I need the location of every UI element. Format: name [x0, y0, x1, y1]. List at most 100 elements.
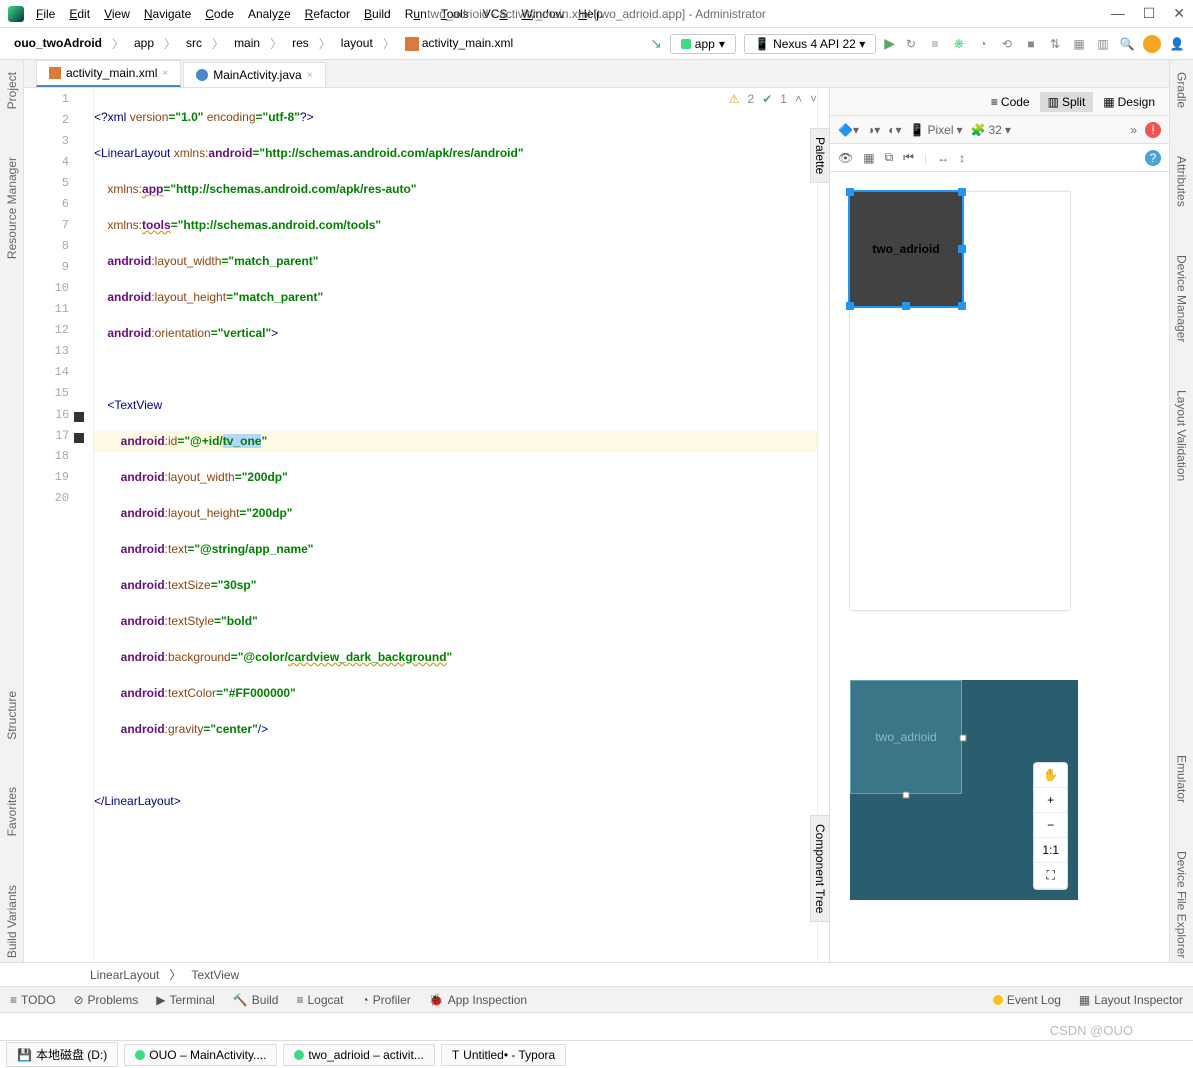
chevron-down-icon[interactable]: ˅	[810, 92, 817, 106]
close-button[interactable]: ✕	[1173, 5, 1185, 22]
api-picker[interactable]: 🧩 32 ▾	[971, 123, 1011, 137]
crumb-app[interactable]: app	[128, 34, 160, 52]
blueprint-textview[interactable]: two_adrioid	[850, 680, 962, 794]
bc-textview[interactable]: TextView	[191, 968, 239, 982]
design-surface[interactable]: two_adrioid two_adrioid	[830, 172, 1169, 962]
mode-split[interactable]: ▥ Split	[1040, 92, 1094, 112]
close-tab-icon[interactable]: ×	[307, 70, 313, 81]
run-config-select[interactable]: app ▾	[670, 34, 736, 54]
zoom-in-button[interactable]: +	[1034, 788, 1067, 813]
sidebar-gradle[interactable]: Gradle	[1173, 68, 1191, 112]
line-number: 15	[24, 386, 93, 407]
expand-h-icon[interactable]: ↔	[937, 151, 949, 165]
tool-logcat[interactable]: ≡ Logcat	[296, 993, 343, 1007]
maximize-button[interactable]: ☐	[1143, 5, 1156, 22]
taskbar-ouo[interactable]: OUO – MainActivity....	[124, 1044, 277, 1066]
tool-app-inspection[interactable]: 🐞 App Inspection	[429, 993, 527, 1007]
zoom-11-button[interactable]: 1:1	[1034, 838, 1067, 863]
taskbar-disk[interactable]: 💾 本地磁盘 (D:)	[6, 1042, 118, 1067]
crumb-file[interactable]: activity_main.xml	[399, 34, 519, 53]
tab-main-activity-java[interactable]: MainActivity.java ×	[183, 62, 325, 87]
menu-refactor[interactable]: Refactor	[305, 7, 350, 21]
close-tab-icon[interactable]: ×	[162, 68, 168, 79]
orientation-icon[interactable]: ◑▾	[867, 123, 880, 137]
sidebar-layout-validation[interactable]: Layout Validation	[1173, 386, 1191, 485]
tool-profiler[interactable]: ◔ Profiler	[362, 993, 411, 1007]
run-button[interactable]: ▶	[884, 35, 895, 52]
design-device-frame[interactable]: two_adrioid	[850, 192, 1070, 610]
line-number: 20	[24, 491, 93, 512]
device-picker[interactable]: 📱 Pixel ▾	[910, 123, 963, 137]
tool-layout-inspector[interactable]: ▦ Layout Inspector	[1079, 993, 1183, 1007]
taskbar-two-adrioid[interactable]: two_adrioid – activit...	[283, 1044, 434, 1066]
sidebar-favorites[interactable]: Favorites	[3, 783, 21, 840]
sidebar-attributes[interactable]: Attributes	[1173, 152, 1191, 211]
more-icon[interactable]: »	[1130, 123, 1137, 137]
menu-build[interactable]: Build	[364, 7, 391, 21]
crumb-res[interactable]: res	[286, 34, 315, 52]
editor-inspection-widget[interactable]: ⚠2 ✔1 ˄ ˅	[729, 92, 817, 106]
mode-code[interactable]: ≡ Code	[983, 92, 1038, 112]
blueprint-frame[interactable]: two_adrioid ✋ + − 1:1 ⛶	[850, 680, 1078, 900]
grid-icon[interactable]: ▦	[863, 151, 874, 165]
sidebar-emulator[interactable]: Emulator	[1173, 751, 1191, 807]
menu-view[interactable]: View	[104, 7, 130, 21]
sync-gradle-icon[interactable]: ⇅	[1047, 36, 1063, 52]
device-select[interactable]: 📱 Nexus 4 API 22 ▾	[744, 34, 876, 54]
tool-build[interactable]: 🔨 Build	[233, 993, 279, 1007]
menu-run[interactable]: Run	[405, 7, 427, 21]
taskbar-typora[interactable]: T Untitled• - Typora	[441, 1044, 566, 1066]
sidebar-device-file-explorer[interactable]: Device File Explorer	[1173, 847, 1191, 962]
sidebar-resource-manager[interactable]: Resource Manager	[3, 153, 21, 263]
tool-todo[interactable]: ≡ TODO	[10, 993, 55, 1007]
update-available-icon[interactable]	[1143, 35, 1161, 53]
design-surface-icon[interactable]: 🔷▾	[838, 123, 859, 137]
palette-tab[interactable]: Palette	[810, 128, 830, 183]
profiler-icon[interactable]: ◔	[975, 36, 991, 52]
menu-code[interactable]: Code	[205, 7, 234, 21]
crumb-layout[interactable]: layout	[335, 34, 379, 52]
tool-problems[interactable]: ⊘ Problems	[73, 993, 138, 1007]
bc-linearlayout[interactable]: LinearLayout	[90, 968, 159, 982]
sidebar-build-variants[interactable]: Build Variants	[3, 881, 21, 962]
expand-v-icon[interactable]: ↕	[959, 151, 965, 165]
minimize-button[interactable]: —	[1111, 5, 1125, 22]
menu-edit[interactable]: Edit	[69, 7, 90, 21]
search-everywhere-icon[interactable]: 🔍	[1119, 36, 1135, 52]
error-badge-icon[interactable]: !	[1145, 122, 1161, 138]
avd-manager-icon[interactable]: ▦	[1071, 36, 1087, 52]
tool-terminal[interactable]: ▶ Terminal	[156, 993, 215, 1007]
chevron-up-icon[interactable]: ˄	[795, 92, 802, 106]
debug-icon[interactable]: ≡	[927, 36, 943, 52]
sidebar-structure[interactable]: Structure	[3, 687, 21, 744]
eye-icon[interactable]: 👁	[838, 151, 853, 165]
magnet-icon[interactable]: ⧉	[885, 150, 894, 165]
coverage-icon[interactable]: ❋	[951, 36, 967, 52]
mode-design[interactable]: ▦ Design	[1095, 92, 1163, 112]
stop-icon[interactable]: ■	[1023, 36, 1039, 52]
guideline-icon[interactable]: ⏮	[903, 150, 914, 165]
build-hammer-icon[interactable]: ↘	[650, 35, 662, 52]
apply-changes-icon[interactable]: ↻	[903, 36, 919, 52]
zoom-out-button[interactable]: −	[1034, 813, 1067, 838]
sidebar-project[interactable]: Project	[3, 68, 21, 113]
component-tree-tab[interactable]: Component Tree	[810, 815, 830, 922]
crumb-main[interactable]: main	[228, 34, 266, 52]
night-mode-icon[interactable]: ◐▾	[888, 123, 901, 137]
crumb-src[interactable]: src	[180, 34, 208, 52]
zoom-fit-button[interactable]: ⛶	[1034, 863, 1067, 889]
tab-activity-main-xml[interactable]: activity_main.xml ×	[36, 60, 181, 87]
tool-event-log[interactable]: Event Log	[993, 993, 1061, 1007]
attach-debugger-icon[interactable]: ⟲	[999, 36, 1015, 52]
code-area[interactable]: <?xml version="1.0" encoding="utf-8"?> <…	[94, 88, 817, 962]
menu-file[interactable]: File	[36, 7, 55, 21]
menu-analyze[interactable]: Analyze	[248, 7, 291, 21]
user-icon[interactable]: 👤	[1169, 36, 1185, 52]
sdk-manager-icon[interactable]: ▥	[1095, 36, 1111, 52]
pan-button[interactable]: ✋	[1034, 763, 1067, 788]
code-editor[interactable]: 1 2 3 4 5 6 7 8 9 10 11 12 13 14 15 16 1	[24, 88, 829, 962]
menu-navigate[interactable]: Navigate	[144, 7, 191, 21]
sidebar-device-manager[interactable]: Device Manager	[1173, 251, 1191, 346]
crumb-project[interactable]: ouo_twoAdroid	[8, 34, 108, 52]
help-icon[interactable]: ?	[1145, 150, 1161, 166]
